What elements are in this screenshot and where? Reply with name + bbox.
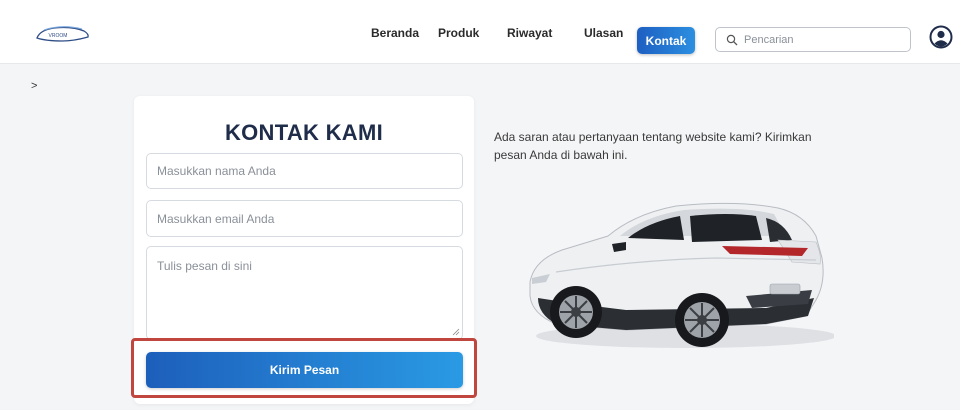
nav-kontak[interactable]: Kontak [637, 27, 695, 54]
nav-beranda[interactable]: Beranda [371, 26, 419, 40]
suv-car-image [529, 202, 834, 348]
nav-ulasan[interactable]: Ulasan [584, 26, 623, 40]
search-box[interactable] [715, 27, 911, 52]
name-field[interactable] [146, 153, 463, 189]
search-input[interactable] [744, 33, 904, 46]
submit-button[interactable]: Kirim Pesan [146, 352, 463, 388]
form-title: KONTAK KAMI [224, 120, 384, 145]
user-avatar-icon[interactable] [929, 25, 953, 49]
nav-produk[interactable]: Produk [438, 26, 479, 40]
search-icon [726, 34, 738, 45]
message-field[interactable] [146, 246, 463, 340]
top-header: VROOM Beranda Produk Riwayat Ulasan Kont… [0, 0, 960, 64]
logo-text: VROOM [49, 33, 68, 39]
vroom-logo[interactable]: VROOM [34, 22, 90, 44]
nav-riwayat[interactable]: Riwayat [507, 26, 552, 40]
info-text: Ada saran atau pertanyaan tentang websit… [494, 130, 812, 162]
resize-grip-icon[interactable] [452, 328, 460, 336]
email-field[interactable] [146, 200, 463, 237]
breadcrumb[interactable]: > [31, 80, 37, 92]
